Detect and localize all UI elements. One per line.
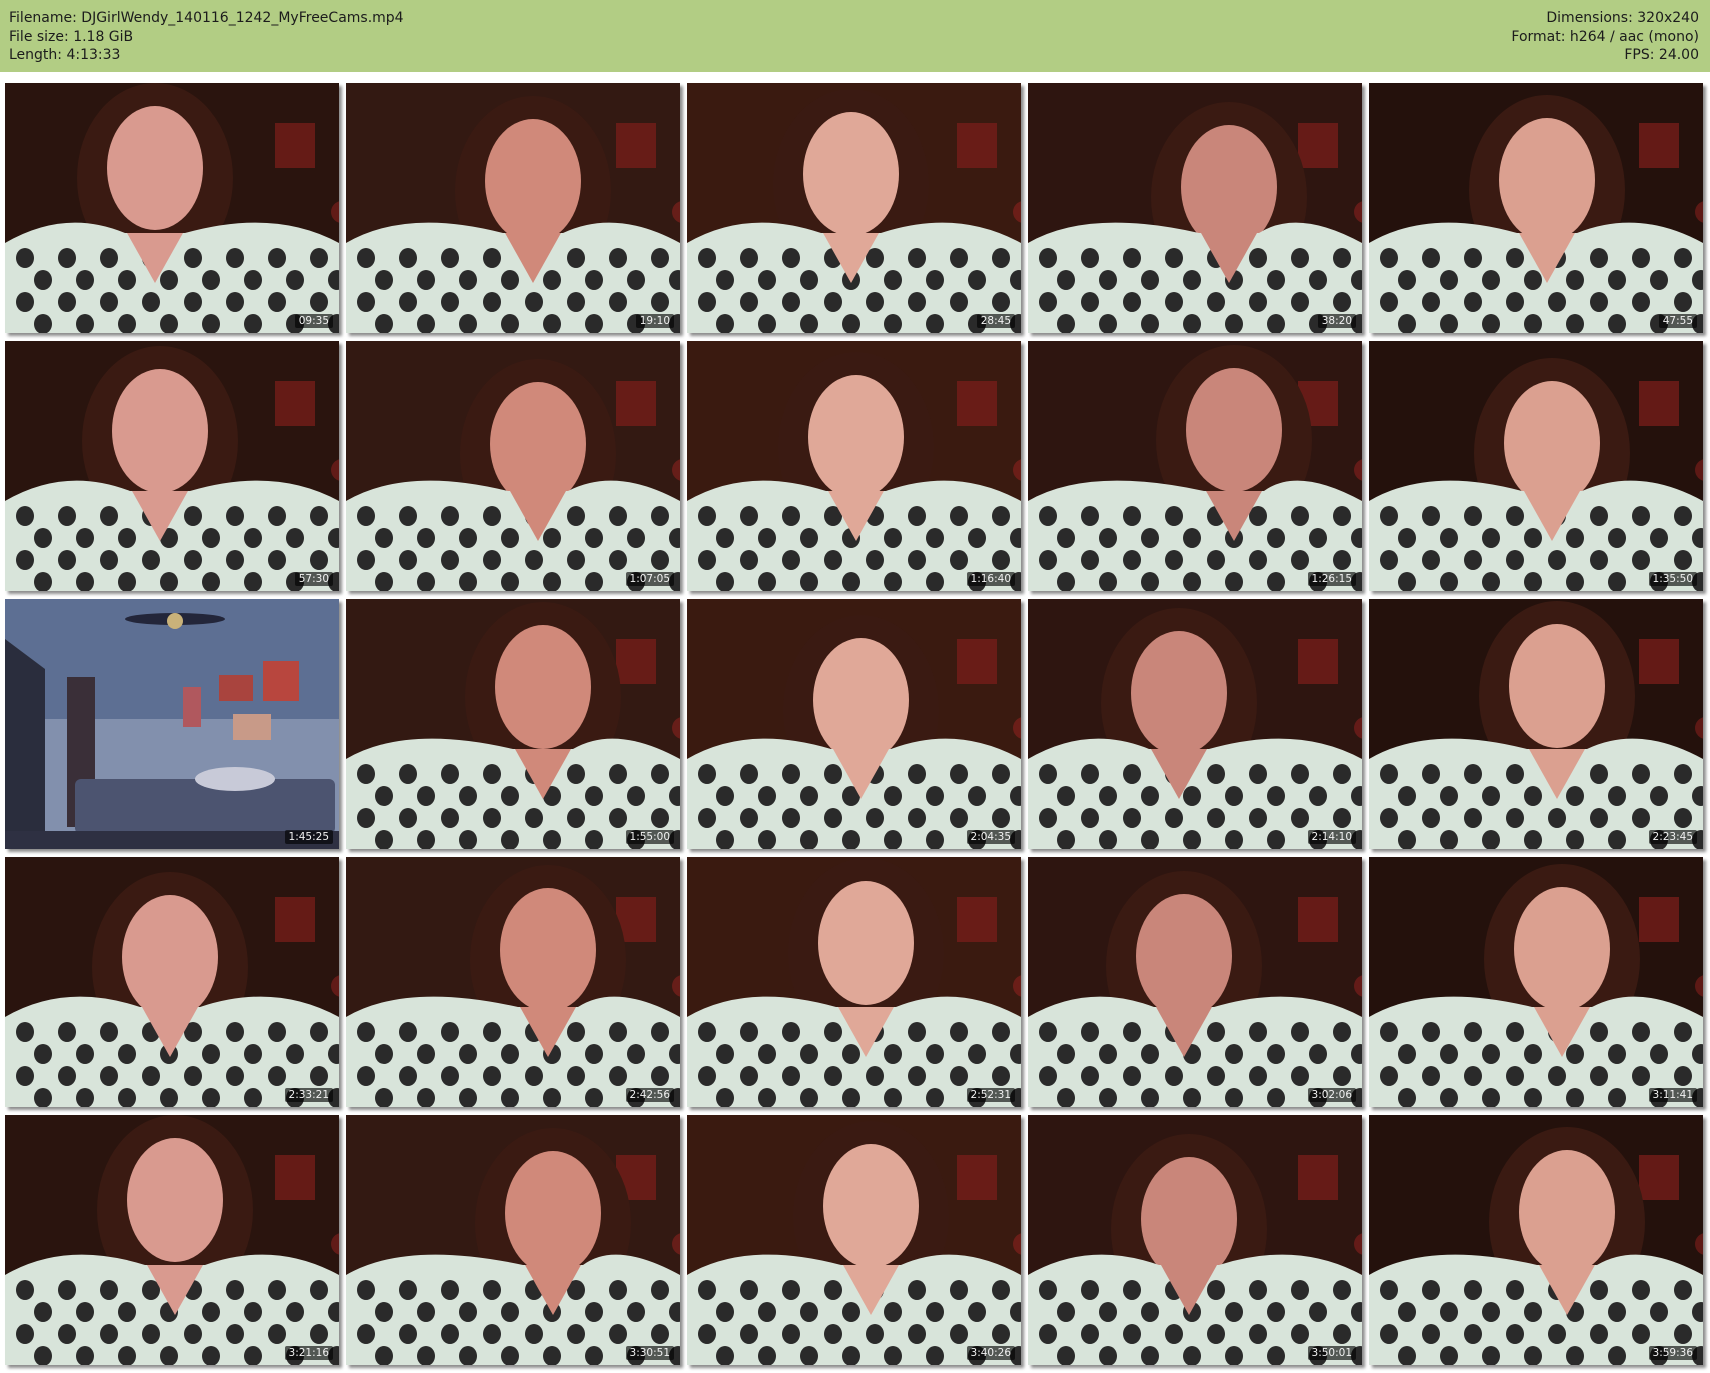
webcam-frame-image	[1369, 857, 1703, 1107]
video-thumbnail[interactable]: 3:59:36	[1369, 1115, 1703, 1365]
webcam-frame-image	[1369, 599, 1703, 849]
timestamp-label: 2:42:56	[625, 1088, 674, 1102]
webcam-frame-image	[1028, 857, 1362, 1107]
timestamp-label: 3:59:36	[1648, 1346, 1697, 1360]
webcam-frame-image	[1028, 1115, 1362, 1365]
webcam-frame-image	[346, 1115, 680, 1365]
video-thumbnail[interactable]: 2:52:31	[687, 857, 1021, 1107]
timestamp-label: 3:40:26	[966, 1346, 1015, 1360]
video-thumbnail[interactable]: 1:16:40	[687, 341, 1021, 591]
video-thumbnail[interactable]: 1:45:25	[5, 599, 339, 849]
video-thumbnail[interactable]: 47:55	[1369, 83, 1703, 333]
timestamp-label: 1:35:50	[1648, 572, 1697, 586]
timestamp-label: 1:26:15	[1307, 572, 1356, 586]
timestamp-label: 47:55	[1658, 314, 1697, 328]
webcam-frame-image	[687, 599, 1021, 849]
video-thumbnail[interactable]: 2:23:45	[1369, 599, 1703, 849]
filename-text: Filename: DJGirlWendy_140116_1242_MyFree…	[9, 10, 404, 26]
video-thumbnail[interactable]: 3:40:26	[687, 1115, 1021, 1365]
filesize-text: File size: 1.18 GiB	[9, 28, 134, 45]
timestamp-label: 2:33:21	[284, 1088, 333, 1102]
length-text: Length: 4:13:33	[9, 47, 121, 63]
room-frame-image	[5, 599, 339, 849]
dimensions-text: Dimensions: 320x240	[1546, 10, 1699, 26]
thumbnail-grid: 09:35 19:10 28:45 38:20 47:55 57:30 1:07:05 1:1…	[5, 83, 1705, 1369]
timestamp-label: 1:45:25	[284, 830, 333, 844]
video-thumbnail[interactable]: 1:35:50	[1369, 341, 1703, 591]
video-thumbnail[interactable]: 3:11:41	[1369, 857, 1703, 1107]
webcam-frame-image	[687, 857, 1021, 1107]
timestamp-label: 3:11:41	[1648, 1088, 1697, 1102]
timestamp-label: 19:10	[635, 314, 674, 328]
webcam-frame-image	[5, 341, 339, 591]
webcam-frame-image	[687, 1115, 1021, 1365]
stream-info: Dimensions: 320x240 Format: h264 / aac (m…	[1511, 9, 1699, 65]
video-thumbnail[interactable]: 2:14:10	[1028, 599, 1362, 849]
video-thumbnail[interactable]: 3:02:06	[1028, 857, 1362, 1107]
video-thumbnail[interactable]: 57:30	[5, 341, 339, 591]
video-thumbnail[interactable]: 2:42:56	[346, 857, 680, 1107]
webcam-frame-image	[1028, 83, 1362, 333]
video-thumbnail[interactable]: 1:07:05	[346, 341, 680, 591]
webcam-frame-image	[346, 341, 680, 591]
webcam-frame-image	[5, 857, 339, 1107]
webcam-frame-image	[687, 341, 1021, 591]
timestamp-label: 1:16:40	[966, 572, 1015, 586]
video-thumbnail[interactable]: 2:33:21	[5, 857, 339, 1107]
video-thumbnail[interactable]: 1:55:00	[346, 599, 680, 849]
timestamp-label: 2:04:35	[966, 830, 1015, 844]
webcam-frame-image	[687, 83, 1021, 333]
timestamp-label: 3:02:06	[1307, 1088, 1356, 1102]
timestamp-label: 2:14:10	[1307, 830, 1356, 844]
webcam-frame-image	[346, 599, 680, 849]
format-text: Format: h264 / aac (mono)	[1511, 28, 1699, 45]
video-thumbnail[interactable]: 3:21:16	[5, 1115, 339, 1365]
webcam-frame-image	[1369, 1115, 1703, 1365]
webcam-frame-image	[1028, 599, 1362, 849]
timestamp-label: 3:30:51	[625, 1346, 674, 1360]
webcam-frame-image	[1369, 341, 1703, 591]
video-thumbnail[interactable]: 28:45	[687, 83, 1021, 333]
webcam-frame-image	[346, 857, 680, 1107]
video-thumbnail[interactable]: 2:04:35	[687, 599, 1021, 849]
timestamp-label: 3:50:01	[1307, 1346, 1356, 1360]
webcam-frame-image	[5, 83, 339, 333]
video-thumbnail[interactable]: 3:50:01	[1028, 1115, 1362, 1365]
timestamp-label: 28:45	[976, 314, 1015, 328]
timestamp-label: 2:23:45	[1648, 830, 1697, 844]
timestamp-label: 1:55:00	[625, 830, 674, 844]
webcam-frame-image	[346, 83, 680, 333]
video-thumbnail[interactable]: 19:10	[346, 83, 680, 333]
file-info: Filename: DJGirlWendy_140116_1242_MyFree…	[9, 9, 404, 65]
timestamp-label: 3:21:16	[284, 1346, 333, 1360]
fps-text: FPS: 24.00	[1624, 47, 1699, 63]
webcam-frame-image	[1028, 341, 1362, 591]
timestamp-label: 38:20	[1317, 314, 1356, 328]
timestamp-label: 57:30	[294, 572, 333, 586]
video-thumbnail[interactable]: 3:30:51	[346, 1115, 680, 1365]
video-thumbnail[interactable]: 38:20	[1028, 83, 1362, 333]
timestamp-label: 2:52:31	[966, 1088, 1015, 1102]
webcam-frame-image	[1369, 83, 1703, 333]
video-thumbnail[interactable]: 1:26:15	[1028, 341, 1362, 591]
webcam-frame-image	[5, 1115, 339, 1365]
video-thumbnail[interactable]: 09:35	[5, 83, 339, 333]
timestamp-label: 1:07:05	[625, 572, 674, 586]
info-header: Filename: DJGirlWendy_140116_1242_MyFree…	[0, 0, 1710, 72]
timestamp-label: 09:35	[294, 314, 333, 328]
